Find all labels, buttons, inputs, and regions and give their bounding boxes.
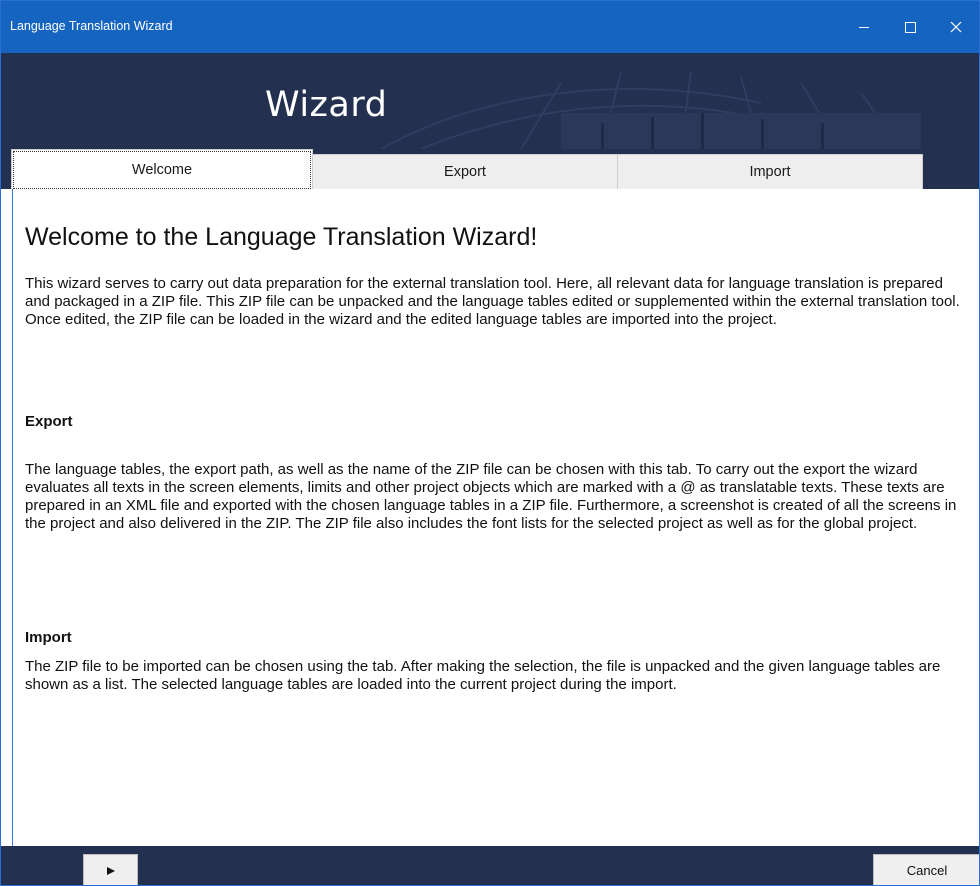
tab-welcome-label: Welcome xyxy=(13,151,311,189)
maximize-icon xyxy=(904,21,916,33)
title-bar: Language Translation Wizard xyxy=(1,1,979,53)
export-paragraph: The language tables, the export path, as… xyxy=(25,461,957,532)
play-icon xyxy=(106,866,115,875)
close-icon xyxy=(950,21,962,33)
welcome-content: Welcome to the Language Translation Wiza… xyxy=(12,189,979,846)
wizard-window: Language Translation Wizard Wizard Welco… xyxy=(0,0,980,886)
export-heading: Export xyxy=(25,413,73,430)
intro-paragraph: This wizard serves to carry out data pre… xyxy=(25,275,960,328)
header-banner: Wizard xyxy=(1,53,979,149)
banner-title: Wizard xyxy=(265,85,388,125)
minimize-button[interactable] xyxy=(841,1,887,53)
tab-import[interactable]: Import xyxy=(617,154,923,189)
tab-export-label: Export xyxy=(444,164,486,180)
tab-strip: Welcome Export Import xyxy=(1,149,979,189)
tab-import-label: Import xyxy=(749,164,791,180)
banner-decoration xyxy=(380,70,921,149)
import-paragraph: The ZIP file to be imported can be chose… xyxy=(25,658,941,693)
tab-welcome[interactable]: Welcome xyxy=(11,149,313,189)
maximize-button[interactable] xyxy=(887,1,933,53)
page-title: Welcome to the Language Translation Wiza… xyxy=(25,223,538,251)
footer-bar: Cancel xyxy=(1,846,979,885)
close-button[interactable] xyxy=(933,1,979,53)
window-title: Language Translation Wizard xyxy=(10,19,173,33)
import-heading: Import xyxy=(25,629,72,646)
minimize-icon xyxy=(859,26,869,28)
tab-export[interactable]: Export xyxy=(312,154,618,189)
next-button[interactable] xyxy=(83,854,138,885)
cancel-button[interactable]: Cancel xyxy=(873,854,979,885)
